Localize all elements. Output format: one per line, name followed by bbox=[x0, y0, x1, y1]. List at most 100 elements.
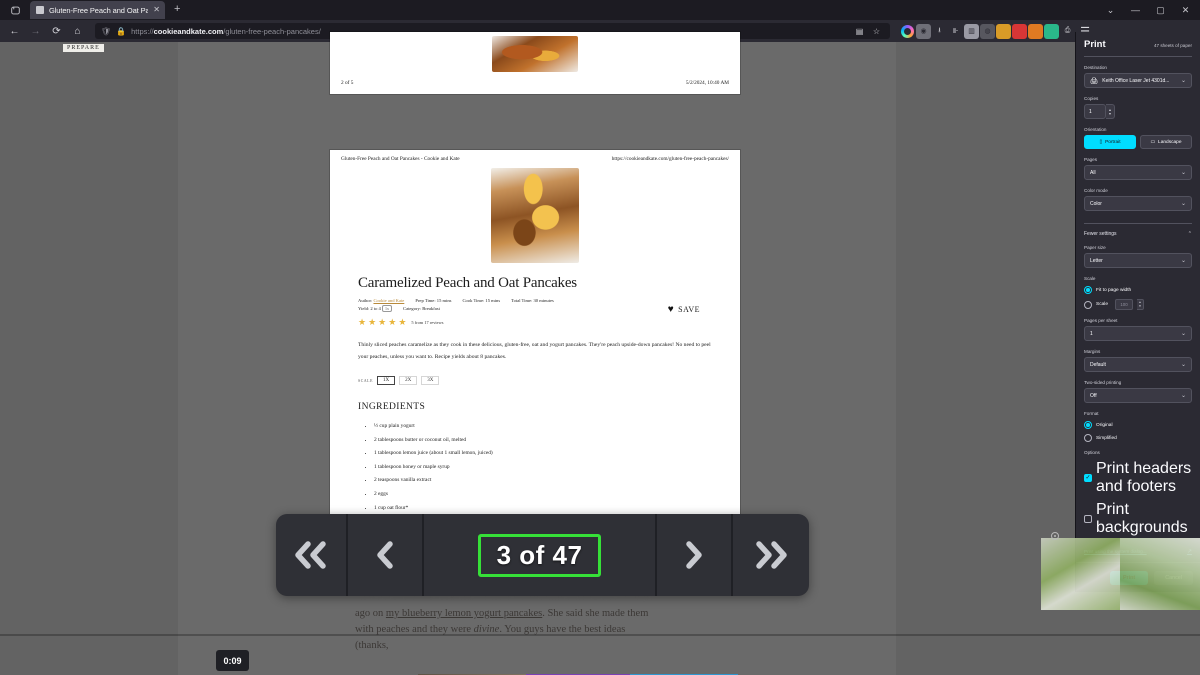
close-window-button[interactable]: ✕ bbox=[1173, 0, 1198, 20]
forward-icon[interactable]: → bbox=[25, 22, 46, 41]
maximize-button[interactable]: ▢ bbox=[1148, 0, 1173, 20]
margins-select[interactable]: Default ⌄ bbox=[1084, 357, 1192, 372]
last-page-button[interactable] bbox=[733, 514, 809, 596]
amber-extension-icon[interactable] bbox=[1028, 23, 1043, 39]
toolbar-extensions: ◉ ⭳ ⊪ ▥ ◍ ⎙ ☰ bbox=[900, 23, 1094, 39]
pip-close-icon[interactable] bbox=[1051, 532, 1059, 540]
minimize-button[interactable]: — bbox=[1123, 0, 1148, 20]
list-item: 1 tablespoon lemon juice (about 1 small … bbox=[374, 447, 712, 461]
format-simplified-option[interactable]: Simplified bbox=[1084, 434, 1192, 442]
account-ring-icon[interactable] bbox=[900, 24, 915, 39]
copies-input[interactable]: 1 bbox=[1084, 104, 1106, 119]
chevron-down-icon: ⌄ bbox=[1180, 258, 1186, 264]
pocket-icon[interactable]: ⎙ bbox=[1060, 24, 1075, 39]
red-extension-icon[interactable] bbox=[1012, 23, 1027, 39]
url-path: /gluten-free-peach-pancakes/ bbox=[223, 26, 321, 36]
shield-extension-icon[interactable]: ◉ bbox=[916, 23, 931, 39]
sheet2-header: Gluten-Free Peach and Oat Pancakes - Coo… bbox=[330, 150, 740, 162]
landscape-icon: ▭ bbox=[1150, 139, 1156, 145]
scale-option-1x[interactable]: 1X bbox=[377, 376, 396, 385]
lock-icon[interactable]: 🔒 bbox=[116, 27, 126, 36]
urlbar-actions: ▤ ☆ bbox=[852, 24, 884, 39]
star-icon[interactable]: ☆ bbox=[869, 24, 884, 39]
pages-value: All bbox=[1090, 169, 1096, 176]
scale-spin-buttons[interactable]: ▲ ▼ bbox=[1137, 299, 1144, 310]
scale-option-2x[interactable]: 2X bbox=[399, 376, 418, 385]
firefox-view-icon[interactable] bbox=[4, 2, 26, 19]
downloads-icon[interactable]: ⭳ bbox=[932, 24, 947, 39]
reload-icon[interactable]: ⟳ bbox=[46, 22, 67, 41]
tab-strip: Gluten-Free Peach and Oat Pan ✕ + ⌄ — ▢ … bbox=[0, 0, 1200, 20]
scale-custom-option[interactable]: Scale 100 ▲ ▼ bbox=[1084, 299, 1192, 310]
chevron-down-icon[interactable]: ⌄ bbox=[1098, 0, 1123, 20]
margins-label: Margins bbox=[1084, 349, 1101, 354]
copies-stepper[interactable]: 1 ▲ ▼ bbox=[1084, 104, 1192, 119]
pages-per-sheet-label: Pages per sheet bbox=[1084, 318, 1118, 323]
teal-extension-icon[interactable] bbox=[1044, 23, 1059, 39]
author-label: Author: bbox=[358, 298, 373, 303]
print-dialog: Print 47 sheets of paper Destination 🖨 K… bbox=[1075, 32, 1200, 592]
format-label: Format bbox=[1084, 411, 1099, 416]
author-link[interactable]: Cookie and Kate bbox=[373, 298, 404, 303]
portrait-icon: ▯ bbox=[1099, 139, 1103, 145]
first-page-button[interactable] bbox=[276, 514, 348, 596]
pages-select[interactable]: All ⌄ bbox=[1084, 165, 1192, 180]
back-icon[interactable]: ← bbox=[4, 22, 25, 41]
ingredients-list: ½ cup plain yogurt 2 tablespoons butter … bbox=[358, 420, 712, 529]
option-backgrounds[interactable]: Print backgrounds bbox=[1084, 501, 1192, 537]
recipe-photo-thumb bbox=[492, 36, 578, 72]
format-simplified-label: Simplified bbox=[1096, 435, 1117, 441]
sheet2-header-left: Gluten-Free Peach and Oat Pancakes - Coo… bbox=[341, 156, 460, 162]
tab-active[interactable]: Gluten-Free Peach and Oat Pan ✕ bbox=[30, 1, 165, 19]
scale-custom-label: Scale bbox=[1096, 302, 1108, 307]
option-backgrounds-label: Print backgrounds bbox=[1096, 501, 1188, 536]
close-icon[interactable]: ✕ bbox=[153, 6, 160, 14]
chevron-down-icon: ⌄ bbox=[1180, 170, 1186, 176]
url-domain: cookieandkate.com bbox=[153, 26, 224, 36]
webpage-link[interactable]: my blueberry lemon yogurt pancakes bbox=[386, 608, 542, 619]
shield-icon[interactable]: 🛡 bbox=[101, 27, 111, 36]
copies-spin-buttons[interactable]: ▲ ▼ bbox=[1106, 104, 1115, 119]
paper-size-select[interactable]: Letter ⌄ bbox=[1084, 253, 1192, 268]
orientation-portrait-button[interactable]: ▯ Portrait bbox=[1084, 135, 1136, 149]
star-icon: ★ bbox=[358, 317, 367, 327]
destination-select[interactable]: 🖨 Keith Office Laser Jet 4301d... ⌄ bbox=[1084, 73, 1192, 88]
margins-value: Default bbox=[1090, 361, 1106, 368]
analytics-extension-icon[interactable]: ⊪ bbox=[948, 24, 963, 39]
scale-fit-option[interactable]: Fit to page width bbox=[1084, 286, 1192, 294]
two-sided-value: Off bbox=[1090, 392, 1097, 399]
format-original-option[interactable]: Original bbox=[1084, 421, 1192, 429]
page-title: Print bbox=[1084, 39, 1106, 50]
rating-text: 5 from 17 reviews bbox=[411, 320, 444, 325]
two-sided-label: Two-sided printing bbox=[1084, 380, 1122, 385]
total-time: Total Time: 30 minutes bbox=[511, 298, 554, 303]
sidebar-extension-icon[interactable]: ▥ bbox=[964, 23, 979, 39]
page-indicator-container[interactable]: 3 of 47 bbox=[424, 514, 657, 596]
home-icon[interactable]: ⌂ bbox=[67, 22, 88, 41]
scale-option-3x[interactable]: 3X bbox=[421, 376, 440, 385]
fewer-settings-toggle[interactable]: Fewer settings ⌃ bbox=[1084, 223, 1192, 237]
color-mode-select[interactable]: Color ⌄ bbox=[1084, 196, 1192, 211]
radio-icon bbox=[1084, 434, 1092, 442]
chevron-down-icon: ⌄ bbox=[1180, 362, 1186, 368]
next-page-button[interactable] bbox=[657, 514, 733, 596]
orange-extension-icon[interactable] bbox=[996, 23, 1011, 39]
option-headers-footers-label: Print headers and footers bbox=[1096, 460, 1192, 495]
star-icon: ★ bbox=[378, 317, 387, 327]
save-recipe-badge[interactable]: ♥ SAVE bbox=[668, 304, 700, 315]
previous-page-button[interactable] bbox=[348, 514, 424, 596]
globe-extension-icon[interactable]: ◍ bbox=[980, 23, 995, 39]
video-thumbnail[interactable] bbox=[1041, 538, 1200, 610]
orientation-landscape-button[interactable]: ▭ Landscape bbox=[1140, 135, 1192, 149]
print-dialog-header: Print 47 sheets of paper bbox=[1084, 32, 1192, 57]
new-tab-button[interactable]: + bbox=[174, 3, 180, 17]
yield-pill: 1x bbox=[382, 305, 392, 312]
two-sided-select[interactable]: Off ⌄ bbox=[1084, 388, 1192, 403]
scale-value-input[interactable]: 100 bbox=[1115, 299, 1133, 310]
star-icon: ★ bbox=[398, 317, 407, 327]
thumbnail-left-frame bbox=[1041, 538, 1120, 610]
pages-per-sheet-select[interactable]: 1 ⌄ bbox=[1084, 326, 1192, 341]
option-headers-footers[interactable]: Print headers and footers bbox=[1084, 460, 1192, 496]
reader-view-icon[interactable]: ▤ bbox=[852, 24, 867, 39]
star-icon: ★ bbox=[388, 317, 397, 327]
